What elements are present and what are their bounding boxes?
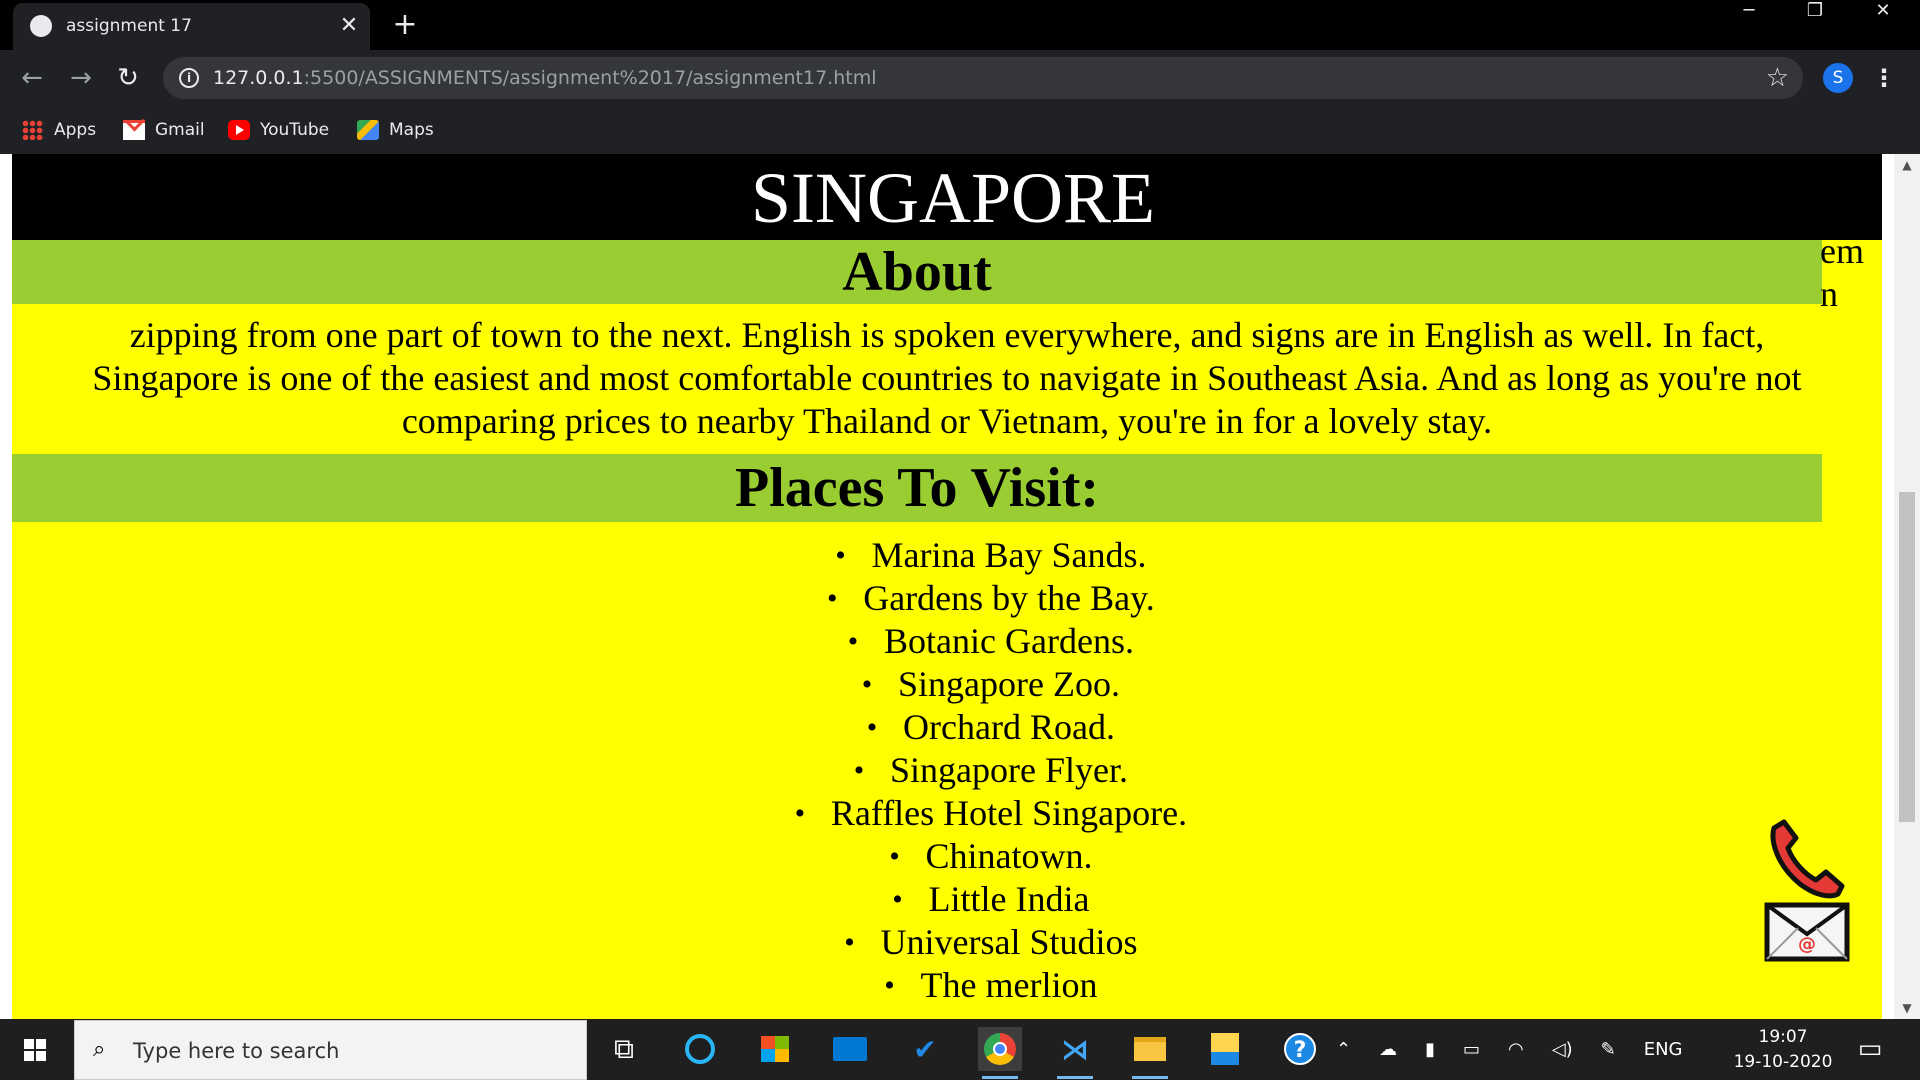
list-item: • Marina Bay Sands. (835, 535, 1147, 575)
search-placeholder: Type here to search (133, 1039, 340, 1063)
bookmark-label: Gmail (155, 120, 205, 140)
microphone-icon[interactable]: ▮ (1425, 1039, 1435, 1060)
youtube-icon (228, 120, 250, 140)
file-explorer-icon[interactable] (1128, 1027, 1172, 1079)
todo-check-icon[interactable]: ✔ (903, 1027, 947, 1071)
mail-icon[interactable]: @ (1764, 902, 1850, 962)
help-icon[interactable]: ? (1278, 1027, 1322, 1071)
notifications-icon[interactable]: ▭ (1848, 1027, 1892, 1071)
cortana-icon[interactable] (678, 1027, 722, 1071)
list-item: • The merlion (884, 965, 1098, 1005)
bookmark-label: YouTube (260, 120, 330, 140)
address-bar[interactable]: i 127.0.0.1:5500/ASSIGNMENTS/assignment%… (163, 57, 1803, 99)
bookmark-maps[interactable]: Maps (357, 116, 434, 144)
scroll-up-arrow-icon[interactable]: ▲ (1894, 154, 1920, 176)
mail-app-icon[interactable] (828, 1027, 872, 1071)
minimize-button[interactable]: ─ (1717, 0, 1781, 44)
windows-logo-icon (24, 1039, 46, 1061)
list-item: • Orchard Road. (866, 707, 1115, 747)
bookmark-label: Apps (54, 120, 97, 140)
system-clock[interactable]: 19:07 19-10-2020 (1730, 1025, 1836, 1075)
list-item: • Universal Studios (844, 922, 1138, 962)
tab-title: assignment 17 (66, 16, 192, 36)
about-heading-bar: About (12, 240, 1822, 304)
reload-icon[interactable]: ↻ (110, 60, 146, 96)
restore-button[interactable]: ❐ (1783, 0, 1847, 44)
list-item: • Botanic Gardens. (847, 621, 1134, 661)
overflow-fragment: n (1820, 274, 1838, 314)
bookmark-youtube[interactable]: YouTube (228, 116, 329, 144)
overflow-fragment: em (1820, 231, 1864, 271)
tab-strip: assignment 17 ✕ + ─ ❐ ✕ (0, 0, 1920, 50)
search-icon: ⌕ (93, 1037, 106, 1062)
profile-avatar[interactable]: S (1823, 63, 1853, 93)
page-title: SINGAPORE (750, 158, 1156, 238)
phone-icon[interactable] (1760, 810, 1856, 906)
bookmark-label: Maps (389, 120, 434, 140)
bookmark-apps[interactable]: Apps (22, 116, 96, 144)
photos-icon[interactable] (1203, 1027, 1247, 1071)
task-view-icon[interactable]: ⧉ (602, 1027, 646, 1071)
svg-text:@: @ (1798, 934, 1816, 955)
list-item: • Gardens by the Bay. (826, 578, 1155, 618)
list-item: • Singapore Zoo. (861, 664, 1120, 704)
store-icon[interactable] (753, 1027, 797, 1071)
maps-icon (357, 120, 379, 140)
list-item: • Chinatown. (889, 836, 1093, 876)
vertical-scrollbar[interactable]: ▲ ▼ (1894, 154, 1920, 1019)
wifi-icon[interactable]: ◠ (1508, 1039, 1524, 1060)
pen-icon[interactable]: ✎ (1601, 1039, 1616, 1060)
site-header: SINGAPORE (12, 154, 1882, 240)
about-paragraph: zipping from one part of town to the nex… (52, 314, 1842, 443)
url-text[interactable]: 127.0.0.1:5500/ASSIGNMENTS/assignment%20… (213, 67, 876, 89)
list-item: • Raffles Hotel Singapore. (794, 793, 1188, 833)
volume-icon[interactable]: ◁) (1552, 1039, 1573, 1060)
list-item: • Singapore Flyer. (853, 750, 1128, 790)
taskbar-search-box[interactable]: ⌕ Type here to search (74, 1020, 587, 1080)
places-list: • Marina Bay Sands. • Gardens by the Bay. … (12, 534, 1882, 1007)
bookmark-gmail[interactable]: Gmail (123, 116, 205, 144)
list-item: • Little India (892, 879, 1090, 919)
scroll-down-arrow-icon[interactable]: ▼ (1894, 997, 1920, 1019)
about-line: zipping from one part of town to the nex… (129, 315, 1765, 355)
about-line: comparing prices to nearby Thailand or V… (401, 401, 1493, 441)
forward-arrow-icon[interactable]: → (63, 60, 99, 96)
battery-icon[interactable]: ▭ (1463, 1039, 1480, 1060)
new-tab-button[interactable]: + (390, 8, 420, 42)
places-heading: Places To Visit: (734, 457, 1100, 519)
browser-toolbar: ← → ↻ i 127.0.0.1:5500/ASSIGNMENTS/assig… (0, 50, 1920, 106)
about-line: Singapore is one of the easiest and most… (92, 358, 1802, 398)
places-heading-bar: Places To Visit: (12, 454, 1822, 522)
info-icon[interactable]: i (179, 68, 199, 88)
windows-taskbar: ⌕ Type here to search ⧉ ✔ ⋊ ? ⌃ ☁ ▮ ▭ ◠ … (0, 1019, 1920, 1080)
kebab-menu-icon[interactable]: ⋮ (1872, 62, 1896, 94)
page-viewport: zipping from one part of town to the nex… (0, 154, 1920, 1019)
globe-icon (30, 15, 52, 37)
bookmark-star-icon[interactable]: ☆ (1766, 63, 1789, 93)
language-indicator[interactable]: ENG (1644, 1039, 1683, 1060)
clock-time: 19:07 (1758, 1027, 1808, 1047)
tab-close-icon[interactable]: ✕ (335, 12, 363, 40)
scrollbar-thumb[interactable] (1899, 492, 1915, 822)
about-heading: About (842, 241, 992, 303)
gmail-icon (123, 120, 145, 140)
bookmarks-bar: Apps Gmail YouTube Maps (0, 106, 1920, 154)
apps-grid-icon (22, 120, 44, 140)
system-tray: ⌃ ☁ ▮ ▭ ◠ ◁) ✎ ENG (1336, 1019, 1683, 1080)
onedrive-cloud-icon[interactable]: ☁ (1379, 1039, 1397, 1060)
about-overflow-text: em n (1820, 230, 1864, 316)
chevron-up-icon[interactable]: ⌃ (1336, 1039, 1351, 1060)
browser-tab[interactable]: assignment 17 ✕ (13, 3, 370, 50)
chrome-icon[interactable] (978, 1027, 1022, 1079)
clock-date: 19-10-2020 (1733, 1052, 1833, 1072)
close-window-button[interactable]: ✕ (1851, 0, 1915, 44)
start-button[interactable] (0, 1019, 70, 1080)
web-page: zipping from one part of town to the nex… (12, 154, 1882, 1019)
vscode-icon[interactable]: ⋊ (1053, 1027, 1097, 1079)
back-arrow-icon[interactable]: ← (14, 60, 50, 96)
